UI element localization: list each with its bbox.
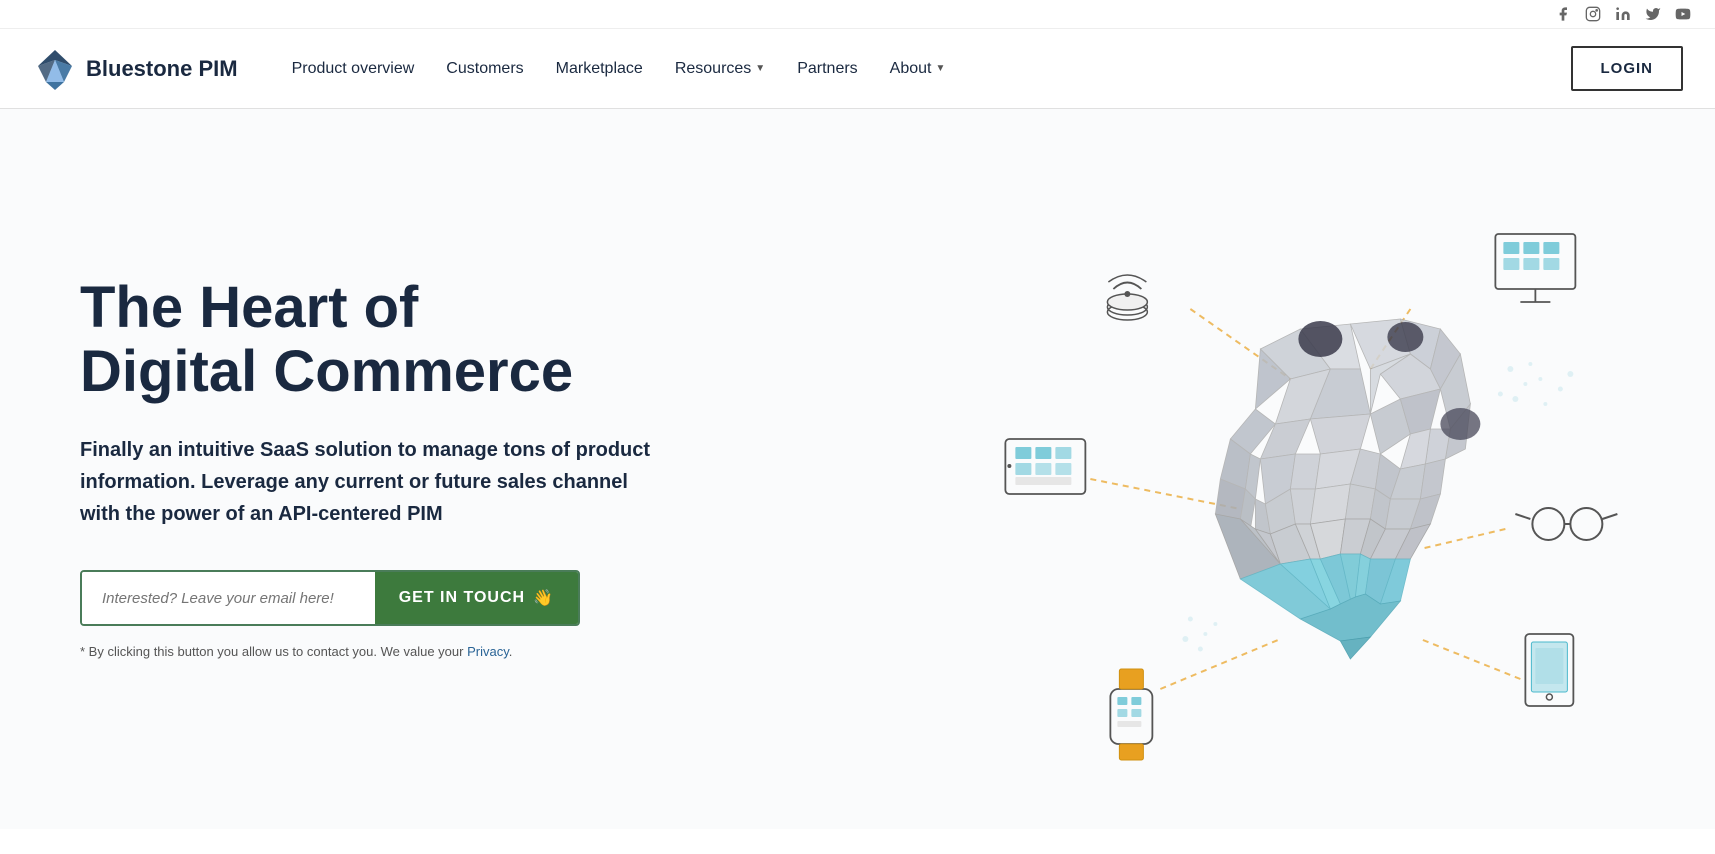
facebook-icon	[1555, 6, 1571, 22]
nav-partners[interactable]: Partners	[783, 52, 871, 86]
cta-form: GET IN TOUCH 👋	[80, 570, 580, 626]
youtube-icon	[1675, 6, 1691, 22]
twitter-link[interactable]	[1645, 6, 1661, 22]
hero-section: The Heart of Digital Commerce Finally an…	[0, 109, 1715, 829]
nav-about[interactable]: About ▼	[876, 52, 960, 86]
nav-product-overview[interactable]: Product overview	[278, 52, 429, 86]
wifi-server-icon	[1108, 275, 1148, 320]
nav-marketplace[interactable]: Marketplace	[542, 52, 657, 86]
get-in-touch-button[interactable]: GET IN TOUCH 👋	[375, 572, 578, 624]
hero-title: The Heart of Digital Commerce	[80, 276, 946, 404]
youtube-link[interactable]	[1675, 6, 1691, 22]
smartwatch-icon	[1111, 669, 1153, 760]
logo-icon	[32, 46, 78, 92]
about-chevron-icon: ▼	[935, 63, 945, 74]
monitor-icon	[1496, 234, 1576, 302]
instagram-link[interactable]	[1585, 6, 1601, 22]
twitter-icon	[1645, 6, 1661, 22]
tablet-icon	[1006, 439, 1086, 494]
linkedin-icon	[1615, 6, 1631, 22]
hero-graphic	[946, 169, 1655, 769]
email-input[interactable]	[82, 572, 375, 624]
facebook-link[interactable]	[1555, 6, 1571, 22]
logo-link[interactable]: Bluestone PIM	[32, 46, 238, 92]
login-button[interactable]: LOGIN	[1571, 46, 1684, 91]
privacy-link[interactable]: Privacy	[467, 644, 509, 659]
instagram-icon	[1585, 6, 1601, 22]
resources-chevron-icon: ▼	[755, 63, 765, 74]
logo-text: Bluestone PIM	[86, 56, 238, 82]
phone-icon	[1526, 634, 1574, 706]
navbar: Bluestone PIM Product overview Customers…	[0, 29, 1715, 109]
hero-subtitle: Finally an intuitive SaaS solution to ma…	[80, 434, 660, 530]
hero-illustration	[946, 169, 1655, 769]
nav-customers[interactable]: Customers	[432, 52, 537, 86]
glasses-icon	[1516, 508, 1618, 540]
nav-resources[interactable]: Resources ▼	[661, 52, 779, 86]
social-bar	[0, 0, 1715, 29]
nav-links: Product overview Customers Marketplace R…	[278, 52, 1571, 86]
disclaimer-text: * By clicking this button you allow us t…	[80, 642, 560, 662]
hero-content: The Heart of Digital Commerce Finally an…	[80, 276, 946, 661]
linkedin-link[interactable]	[1615, 6, 1631, 22]
